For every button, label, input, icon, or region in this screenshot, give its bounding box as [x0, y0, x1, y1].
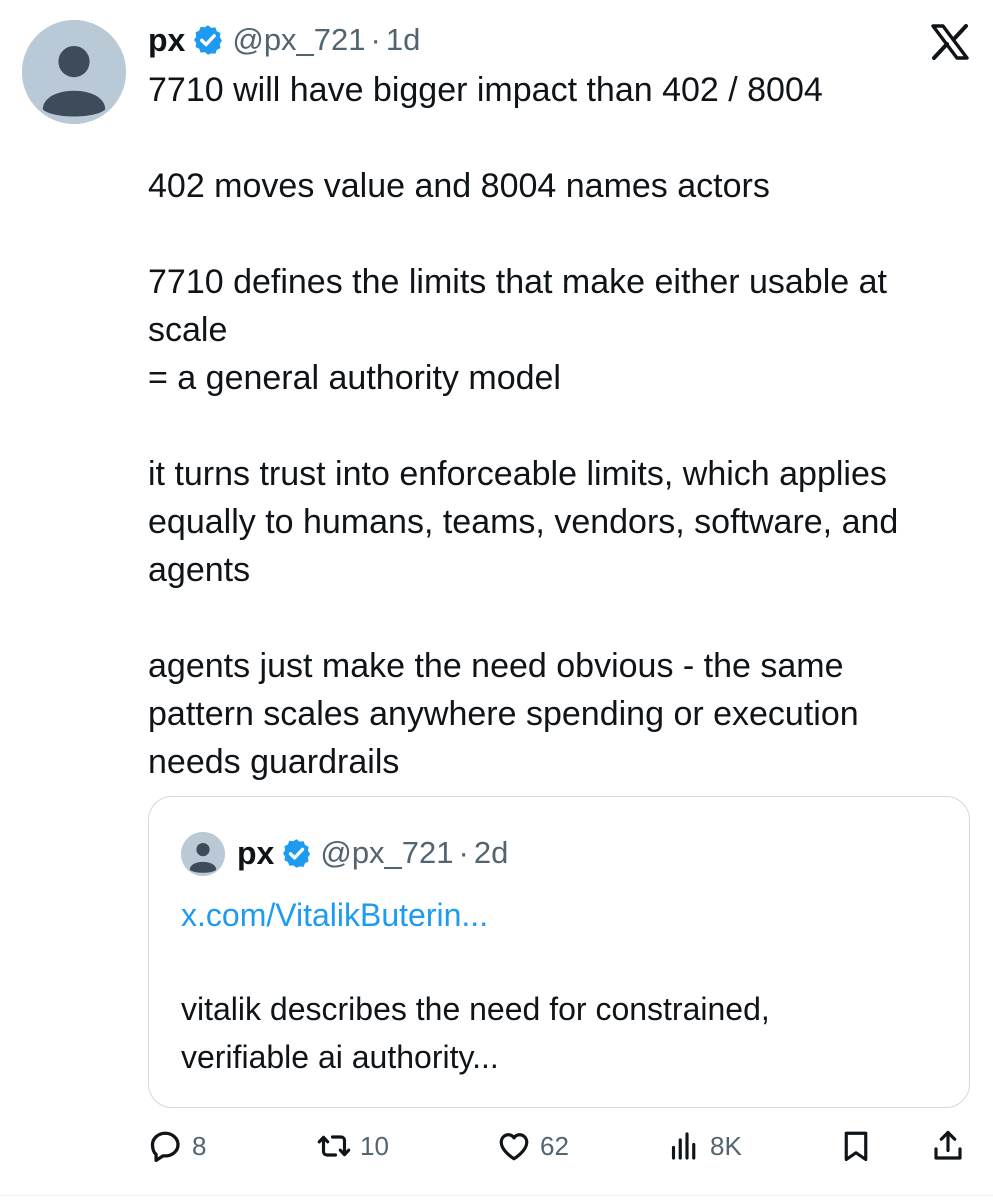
share-button[interactable]	[930, 1124, 966, 1168]
post-line: = a general authority model	[148, 359, 561, 397]
repost-count: 10	[360, 1130, 389, 1161]
quoted-post-header: px @px_721 · 2d	[237, 831, 508, 875]
reply-count: 8	[192, 1130, 207, 1161]
like-count: 62	[540, 1130, 569, 1161]
views-button[interactable]: 8K	[666, 1124, 742, 1168]
post-line: 7710 will have bigger impact than 402 / …	[148, 71, 823, 109]
quoted-author-handle[interactable]: @px_721	[320, 835, 453, 871]
post-line: agents	[148, 551, 251, 589]
bookmark-button[interactable]	[838, 1124, 874, 1168]
post-line: it turns trust into enforceable limits, …	[148, 455, 887, 493]
post-header: px @px_721 · 1d	[148, 18, 420, 62]
verified-badge-icon[interactable]	[280, 837, 313, 870]
quoted-post-timestamp[interactable]: 2d	[474, 835, 508, 871]
repost-icon	[316, 1128, 352, 1164]
action-bar: 8 10 62 8K	[148, 1124, 970, 1168]
separator-dot: ·	[458, 835, 469, 870]
reply-button[interactable]: 8	[148, 1124, 206, 1168]
post-card: px @px_721 · 1d 7710 will have bigger im…	[0, 0, 993, 1200]
post-line: agents just make the need obvious - the …	[148, 647, 844, 685]
x-logo-icon	[930, 24, 970, 60]
quoted-post-line: vitalik describes the need for constrain…	[181, 991, 770, 1027]
verified-badge-icon[interactable]	[191, 23, 225, 57]
like-icon	[496, 1128, 532, 1164]
repost-button[interactable]: 10	[316, 1124, 389, 1168]
bookmark-icon	[838, 1128, 874, 1164]
quoted-post-line: verifiable ai authority...	[181, 1039, 499, 1075]
author-avatar[interactable]	[22, 20, 126, 124]
post-line: equally to humans, teams, vendors, softw…	[148, 503, 899, 541]
post-line: pattern scales anywhere spending or exec…	[148, 695, 859, 733]
post-line: 402 moves value and 8004 names actors	[148, 167, 770, 205]
quoted-author-avatar[interactable]	[181, 832, 225, 876]
post-body: 7710 will have bigger impact than 402 / …	[148, 66, 978, 786]
author-name[interactable]: px	[148, 22, 185, 59]
post-line-blank	[148, 210, 978, 258]
quoted-author-name[interactable]: px	[237, 835, 274, 872]
post-line-blank	[148, 114, 978, 162]
post-timestamp[interactable]: 1d	[386, 22, 420, 58]
post-line-blank	[148, 594, 978, 642]
share-icon	[930, 1128, 966, 1164]
post-line: scale	[148, 311, 228, 349]
post-line: needs guardrails	[148, 743, 400, 781]
divider	[0, 1195, 993, 1196]
like-button[interactable]: 62	[496, 1124, 569, 1168]
author-handle[interactable]: @px_721	[232, 22, 365, 58]
quoted-post-card[interactable]: px @px_721 · 2d x.com/VitalikButerin... …	[148, 796, 970, 1108]
default-avatar-icon	[22, 20, 126, 124]
separator-dot: ·	[370, 22, 381, 57]
reply-icon	[148, 1128, 184, 1164]
post-line-blank	[148, 402, 978, 450]
views-count: 8K	[710, 1130, 742, 1161]
default-avatar-icon	[181, 832, 225, 876]
quoted-link[interactable]: x.com/VitalikButerin...	[181, 893, 488, 937]
quoted-post-body: vitalik describes the need for constrain…	[181, 985, 941, 1081]
post-line: 7710 defines the limits that make either…	[148, 263, 887, 301]
views-icon	[666, 1128, 702, 1164]
